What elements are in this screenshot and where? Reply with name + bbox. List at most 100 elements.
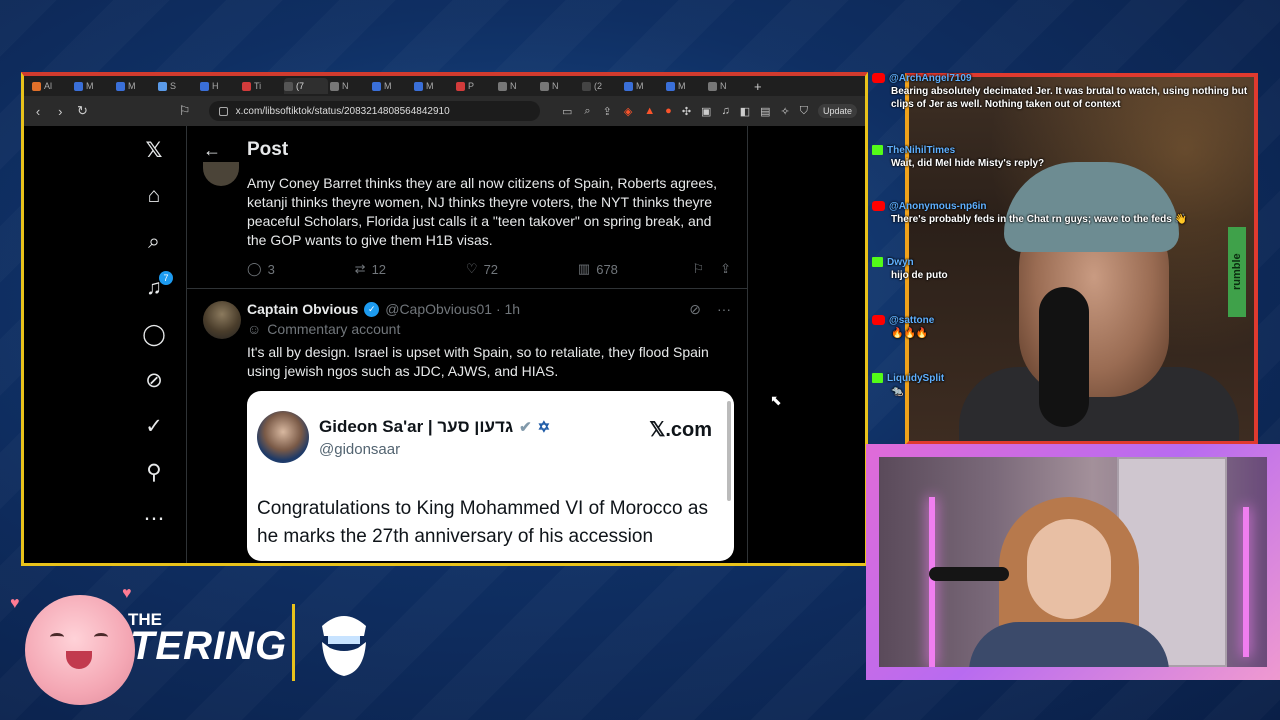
heart-icon: ♥ <box>122 585 132 602</box>
browser-tab[interactable]: (2 <box>582 78 622 94</box>
home-icon[interactable]: ⌂ <box>141 184 167 208</box>
tab-label: N <box>510 81 517 91</box>
browser-tab[interactable]: N <box>330 78 370 94</box>
messages-icon[interactable]: ◯ <box>141 322 167 346</box>
repost-icon: ⇄ <box>354 261 366 276</box>
logo-divider <box>292 604 295 681</box>
like-button[interactable]: ♡ 72 <box>466 261 498 277</box>
bookmark-button[interactable]: ⚐ <box>692 261 704 277</box>
chat-message: TheNihilTimes Wait, did Mel hide Misty's … <box>872 144 1262 170</box>
more-options-icon[interactable]: ··· <box>717 301 731 318</box>
browser-tab[interactable]: P <box>456 78 496 94</box>
browser-tab[interactable]: N <box>540 78 580 94</box>
sidebar-icon[interactable]: ◧ <box>740 105 750 118</box>
author-handle[interactable]: @CapObvious01 · 1h <box>385 301 520 317</box>
page-title: Post <box>247 139 289 160</box>
reload-icon[interactable]: ↻ <box>76 103 88 119</box>
scrollbar[interactable] <box>727 401 731 501</box>
tweet[interactable]: Amy Coney Barret thinks they are all now… <box>187 162 747 288</box>
like-count: 72 <box>483 261 499 277</box>
bookmark-icon[interactable]: ⚐ <box>178 103 191 119</box>
mascot-body <box>25 595 135 705</box>
grok-icon[interactable]: ⊘ <box>689 301 701 318</box>
back-arrow-icon[interactable]: ← <box>203 140 221 161</box>
grok-icon[interactable]: ⊘ <box>141 368 167 392</box>
browser-tab[interactable]: (7 <box>284 78 328 94</box>
back-icon[interactable]: ‹ <box>32 104 44 119</box>
wallet-icon[interactable]: ▤ <box>760 105 770 118</box>
browser-window: Al M M S H Ti (7 N M M P N N (2 M M N + ‹ › ↻ ⚐ x.com/lib… <box>21 72 868 566</box>
browser-tab[interactable]: M <box>372 78 412 94</box>
tab-favicon-icon <box>116 81 125 91</box>
tab-label: M <box>678 81 686 91</box>
reading-list-icon[interactable]: ▣ <box>701 105 711 118</box>
new-tab-button[interactable]: + <box>754 79 762 94</box>
media-icon[interactable]: ♫ <box>721 105 729 117</box>
leo-icon[interactable]: ✧ <box>781 105 790 118</box>
x-main-column: ← Post Amy Coney Barret thinks they are … <box>186 126 782 563</box>
browser-tab[interactable]: Ti <box>242 78 282 94</box>
more-icon[interactable]: ⋯ <box>141 506 167 530</box>
views-button[interactable]: ▥ 678 <box>578 261 618 277</box>
share-icon[interactable]: ⇪ <box>603 105 612 118</box>
share-button[interactable]: ⇪ <box>720 261 731 277</box>
vpn-icon[interactable]: ⛉ <box>800 105 808 118</box>
browser-tab[interactable]: M <box>74 78 114 94</box>
x-logo-icon[interactable]: 𝕏 <box>141 138 167 162</box>
browser-tab[interactable]: S <box>158 78 198 94</box>
show-logo-name: TERING <box>130 624 288 668</box>
tab-label: P <box>468 81 475 91</box>
profile-icon[interactable]: ⚲ <box>141 460 167 484</box>
repost-button[interactable]: ⇄ 12 <box>355 261 386 277</box>
browser-tab[interactable]: M <box>116 78 156 94</box>
browser-tab[interactable]: M <box>414 78 454 94</box>
tab-favicon-icon <box>540 81 549 91</box>
browser-tab[interactable]: Al <box>32 78 72 94</box>
tab-favicon-icon <box>456 81 465 91</box>
tweet[interactable]: Captain Obvious ✓ @CapObvious01 · 1h ⊘ ·… <box>187 289 747 561</box>
mask-icon: ☺ <box>247 321 262 337</box>
tab-strip: Al M M S H Ti (7 N M M P N N (2 M M N + <box>24 76 865 96</box>
browser-tab[interactable]: M <box>624 78 664 94</box>
tab-label: M <box>384 81 392 91</box>
avatar[interactable] <box>203 162 239 186</box>
tab-label: M <box>128 81 136 91</box>
gray-check-icon: ✔ <box>519 419 532 436</box>
reply-button[interactable]: ◯ 3 <box>247 261 275 277</box>
cohost-body <box>969 622 1169 667</box>
reply-count: 3 <box>267 261 275 277</box>
chat-message: LiquidySplit 🐀 <box>872 372 1262 398</box>
brave-shields-icon[interactable]: ◈ <box>624 105 632 118</box>
chat-message: @ArchAngel7109 Bearing absolutely decimat… <box>872 72 1262 111</box>
avatar[interactable] <box>203 301 241 339</box>
forward-icon[interactable]: › <box>54 104 66 119</box>
chat-text: There's probably feds in the Chat rn guy… <box>891 214 1187 225</box>
search-icon[interactable]: ⌕ <box>141 230 167 254</box>
tweet-menu: ⊘ ··· <box>689 301 731 318</box>
tab-favicon-icon <box>200 81 209 91</box>
view-count: 678 <box>596 261 618 277</box>
verified-orgs-icon[interactable]: ✓ <box>141 414 167 438</box>
screen-icon[interactable]: ▭ <box>562 105 572 118</box>
extension-icon[interactable]: ● <box>665 105 672 117</box>
address-bar[interactable]: x.com/libsoftiktok/status/20832148085648… <box>208 101 541 121</box>
update-button[interactable]: Update <box>817 104 858 118</box>
brave-rewards-icon[interactable]: ▲ <box>644 105 655 118</box>
notifications-icon[interactable]: ♫ 7 <box>141 271 173 300</box>
browser-tab[interactable]: H <box>200 78 240 94</box>
site-info-icon[interactable] <box>218 106 228 116</box>
embed-text: Congratulations to King Mohammed VI of M… <box>257 498 708 547</box>
post-header: ← Post <box>187 126 747 174</box>
browser-tab[interactable]: N <box>708 78 748 94</box>
tweet-text: It's all by design. Israel is upset with… <box>247 344 709 379</box>
browser-tab[interactable]: M <box>666 78 706 94</box>
browser-tab[interactable]: N <box>498 78 538 94</box>
author-name[interactable]: Captain Obvious <box>247 301 358 317</box>
puzzle-icon[interactable]: ✣ <box>682 105 691 118</box>
zoom-icon[interactable]: ⌕ <box>584 105 590 118</box>
embedded-image[interactable]: Gideon Sa'ar | גדעון סער ✔ ✡ @gidonsaar … <box>247 391 734 561</box>
extensions-area: ● ✣ ▣ ♫ ◧ ▤ ✧ ⛉ Update <box>665 104 858 118</box>
chat-message: Dwyn hijo de puto <box>872 256 1262 282</box>
heart-icon: ♥ <box>10 595 20 612</box>
tab-label: S <box>170 81 177 91</box>
